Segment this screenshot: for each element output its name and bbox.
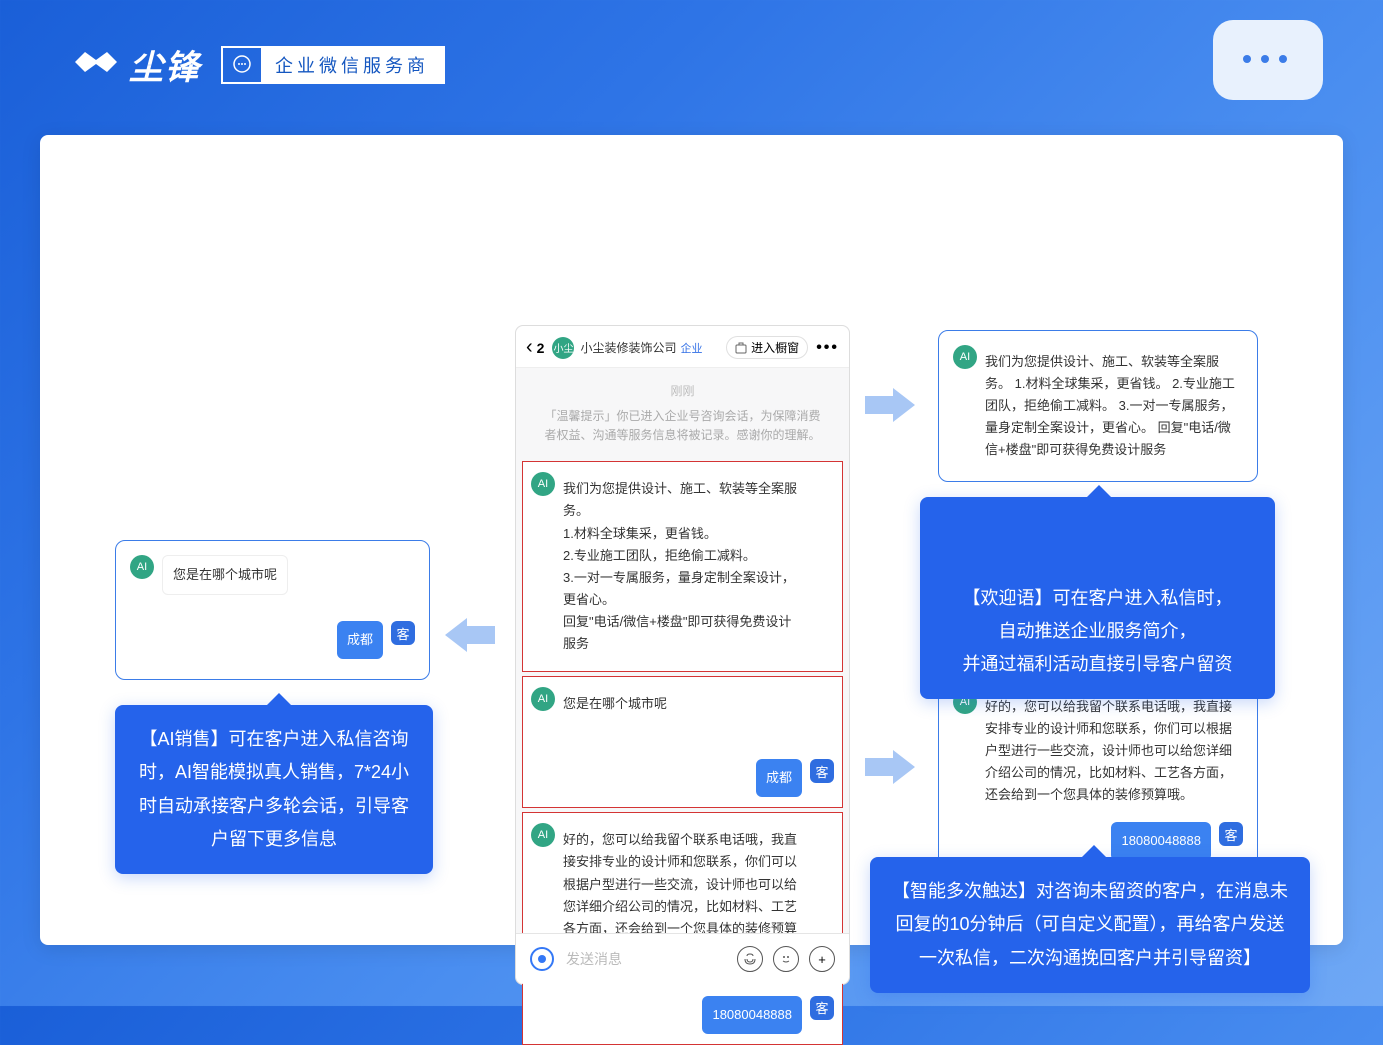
customer-avatar: 客 (810, 759, 834, 783)
ai-avatar: AI (130, 555, 154, 579)
service-badge: 企业微信服务商 (221, 46, 445, 84)
followup-text: 好的，您可以给我留个联系电话哦，我直接安排专业的设计师和您联系，你们可以根据户型… (985, 690, 1243, 812)
back-count: 2 (537, 340, 545, 356)
phone-number-answer: 18080048888 (702, 996, 802, 1034)
welcome-message-row: AI 我们为您提供设计、施工、软装等全案服务。 1.材料全球集采，更省钱。 2.… (531, 472, 834, 661)
more-icon[interactable]: ••• (816, 339, 839, 357)
callout-followup-row: AI 好的，您可以给我留个联系电话哦，我直接安排专业的设计师和您联系，你们可以根… (953, 690, 1243, 812)
arrow-left-icon (445, 620, 495, 650)
page-header: 尘锋 企业微信服务商 (0, 0, 1383, 89)
showcase-button[interactable]: 进入橱窗 (726, 336, 808, 359)
voice-icon[interactable] (737, 946, 763, 972)
chat-icon (223, 48, 261, 82)
info-welcome-text: 【欢迎语】可在客户进入私信时， 自动推送企业服务简介， 并通过福利活动直接引导客… (963, 588, 1233, 675)
emoji-icon[interactable] (773, 946, 799, 972)
brand-logo: 尘锋 (75, 40, 201, 89)
callout-welcome: AI 我们为您提供设计、施工、软装等全案服务。 1.材料全球集采，更省钱。 2.… (938, 330, 1258, 482)
chat-header: ‹ 2 小尘 小尘装修装饰公司 企业 进入橱窗 ••• (516, 326, 849, 368)
highlight-box-city: AI 您是在哪个城市呢 成都 客 (522, 676, 843, 808)
info-reach: 【智能多次触达】对咨询未留资的客户，在消息未回复的10分钟后（可自定义配置），再… (870, 857, 1310, 993)
shop-icon (735, 342, 747, 354)
info-reach-text: 【智能多次触达】对咨询未留资的客户，在消息未回复的10分钟后（可自定义配置），再… (892, 881, 1288, 968)
city-question-row: AI 您是在哪个城市呢 (531, 687, 834, 721)
callout-city-question: AI 您是在哪个城市呢 (130, 555, 415, 595)
info-ai-sales: 【AI销售】可在客户进入私信咨询时，AI智能模拟真人销售，7*24小时自动承接客… (115, 705, 433, 874)
timestamp: 刚刚 (516, 382, 849, 399)
phone-answer-text: 18080048888 (1111, 822, 1211, 860)
add-icon[interactable]: + (809, 946, 835, 972)
callout-welcome-row: AI 我们为您提供设计、施工、软装等全案服务。 1.材料全球集采，更省钱。 2.… (953, 345, 1243, 467)
highlight-box-followup: AI 好的，您可以给我留个联系电话哦，我直接安排专业的设计师和您联系，你们可以根… (522, 812, 843, 1045)
info-welcome: 【欢迎语】可在客户进入私信时， 自动推送企业服务简介， 并通过福利活动直接引导客… (920, 497, 1275, 699)
customer-avatar: 客 (391, 621, 415, 645)
ai-avatar: AI (953, 345, 977, 369)
city-question-text: 您是在哪个城市呢 (162, 555, 288, 595)
ai-avatar: AI (531, 687, 555, 711)
welcome-text: 我们为您提供设计、施工、软装等全案服务。 1.材料全球集采，更省钱。 2.专业施… (985, 345, 1243, 467)
city-answer: 成都 (756, 759, 802, 797)
arrow-right-icon (865, 390, 915, 420)
city-question: 您是在哪个城市呢 (563, 687, 667, 721)
message-input-bar: 发送消息 + (516, 933, 849, 984)
brand-name: 尘锋 (129, 40, 201, 89)
callout-city-answer: 成都 客 (130, 621, 415, 659)
decorative-chat-bubble (1213, 20, 1323, 100)
customer-avatar: 客 (810, 996, 834, 1020)
camera-icon[interactable] (530, 947, 554, 971)
company-name: 小尘装修装饰公司 (580, 339, 676, 356)
ai-avatar: AI (531, 472, 555, 496)
company-avatar: 小尘 (552, 337, 574, 359)
enterprise-tag: 企业 (680, 340, 702, 356)
info-ai-sales-text: 【AI销售】可在客户进入私信咨询时，AI智能模拟真人销售，7*24小时自动承接客… (139, 729, 409, 849)
city-answer-row: 成都 客 (531, 759, 834, 797)
chat-phone-mockup: ‹ 2 小尘 小尘装修装饰公司 企业 进入橱窗 ••• 刚刚 「温馨提示」你已进… (515, 325, 850, 985)
phone-answer-row: 18080048888 客 (531, 996, 834, 1034)
system-notice: 「温馨提示」你已进入企业号咨询会话，为保障消费者权益、沟通等服务信息将被记录。感… (516, 407, 849, 457)
badge-label: 企业微信服务商 (261, 48, 443, 82)
arrow-right-icon (865, 752, 915, 782)
ai-avatar: AI (531, 823, 555, 847)
message-input[interactable]: 发送消息 (566, 949, 727, 969)
city-answer-text: 成都 (337, 621, 383, 659)
brand-logo-icon (75, 50, 117, 80)
welcome-message: 我们为您提供设计、施工、软装等全案服务。 1.材料全球集采，更省钱。 2.专业施… (563, 472, 803, 661)
main-panel: ‹ 2 小尘 小尘装修装饰公司 企业 进入橱窗 ••• 刚刚 「温馨提示」你已进… (40, 135, 1343, 945)
callout-city: AI 您是在哪个城市呢 成都 客 (115, 540, 430, 680)
showcase-label: 进入橱窗 (751, 339, 799, 356)
back-icon[interactable]: ‹ (526, 336, 533, 359)
customer-avatar: 客 (1219, 822, 1243, 846)
highlight-box-welcome: AI 我们为您提供设计、施工、软装等全案服务。 1.材料全球集采，更省钱。 2.… (522, 461, 843, 672)
